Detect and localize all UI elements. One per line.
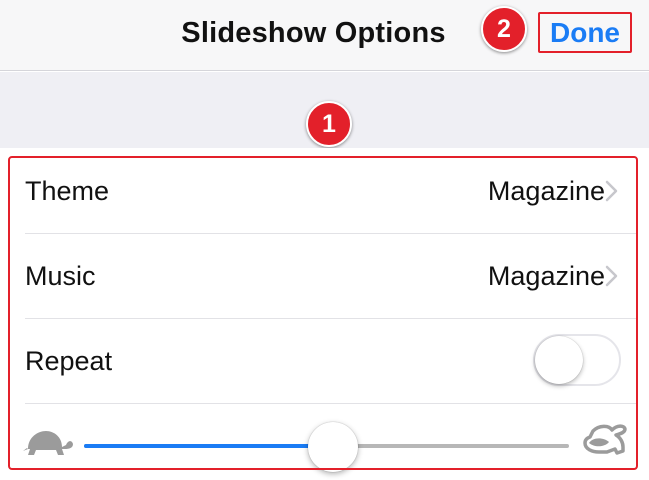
music-value: Magazine (487, 261, 605, 291)
turtle-icon (23, 431, 73, 455)
navigation-bar: Slideshow Options Done (0, 0, 649, 71)
row-divider (25, 403, 636, 404)
theme-value: Magazine (487, 176, 605, 206)
theme-label: Theme (25, 176, 110, 206)
theme-row[interactable]: Theme Magazine (25, 149, 625, 234)
callout-badge-2: 2 (481, 6, 527, 52)
music-row[interactable]: Music Magazine (25, 234, 625, 319)
speed-slider-fill (84, 444, 327, 448)
chevron-right-icon (605, 265, 618, 287)
callout-badge-1: 1 (306, 101, 352, 147)
music-label: Music (25, 261, 96, 291)
speed-slider-row (22, 405, 632, 480)
repeat-row: Repeat (25, 319, 625, 404)
chevron-right-icon (605, 180, 618, 202)
toggle-knob (535, 336, 583, 384)
speed-slider-thumb[interactable] (308, 422, 358, 472)
repeat-toggle[interactable] (533, 334, 621, 386)
repeat-label: Repeat (25, 346, 113, 376)
done-button[interactable]: Done (538, 12, 632, 53)
hare-icon (583, 424, 627, 455)
